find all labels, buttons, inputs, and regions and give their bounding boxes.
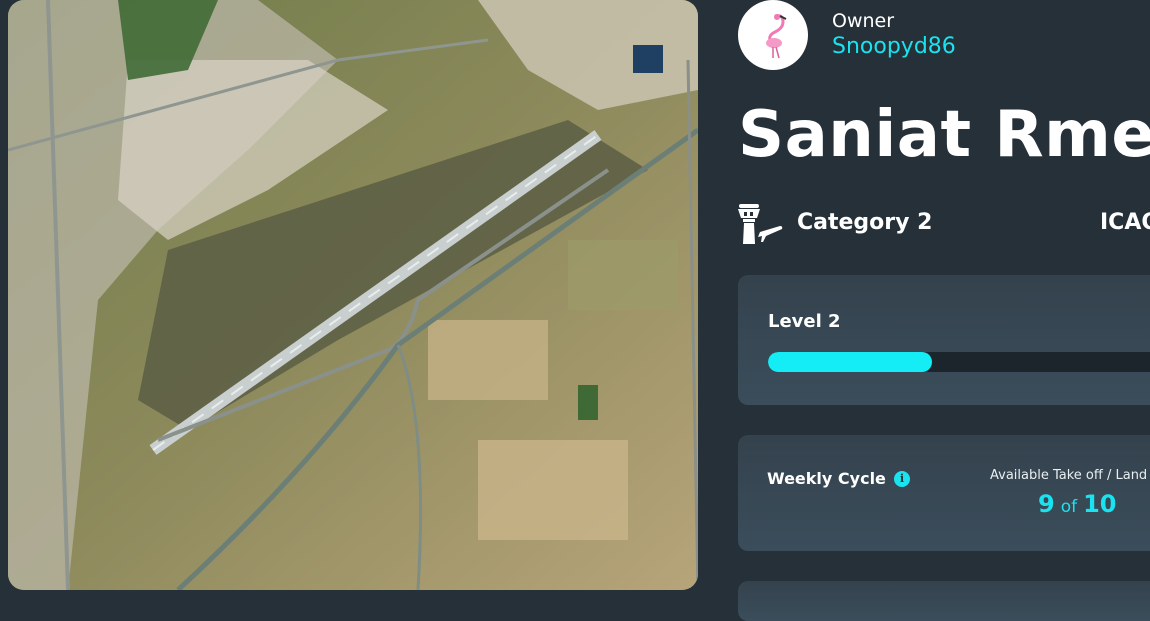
level-label: Level 2 xyxy=(768,311,841,332)
airport-name: Saniat Rmel xyxy=(738,98,1150,172)
flamingo-icon xyxy=(766,14,787,59)
icao-label: ICAO xyxy=(1100,210,1150,235)
owner-avatar[interactable] xyxy=(738,0,808,70)
level-progress-fill xyxy=(768,352,932,372)
owner-name-link[interactable]: Snoopyd86 xyxy=(832,34,956,59)
available-takeoff-count: 9 of 10 xyxy=(1038,490,1117,518)
map-image xyxy=(8,0,698,590)
available-takeoff-label: Available Take off / Land xyxy=(990,468,1148,483)
owner-label: Owner xyxy=(832,10,895,32)
weekly-cycle-heading: Weekly Cycle i xyxy=(767,469,910,488)
available-count: 9 xyxy=(1038,490,1055,518)
weekly-cycle-card: Weekly Cycle i Available Take off / Land… xyxy=(738,435,1150,551)
airport-satellite-map[interactable] xyxy=(8,0,698,590)
control-tower-icon xyxy=(736,202,784,250)
info-icon[interactable]: i xyxy=(893,470,910,487)
level-card: Level 2 xyxy=(738,275,1150,405)
next-card xyxy=(738,581,1150,621)
of-text: of xyxy=(1060,497,1078,517)
total-count: 10 xyxy=(1083,490,1117,518)
weekly-cycle-label: Weekly Cycle xyxy=(767,469,886,488)
level-progress-bar xyxy=(768,352,1150,372)
airport-category: Category 2 xyxy=(797,210,933,235)
